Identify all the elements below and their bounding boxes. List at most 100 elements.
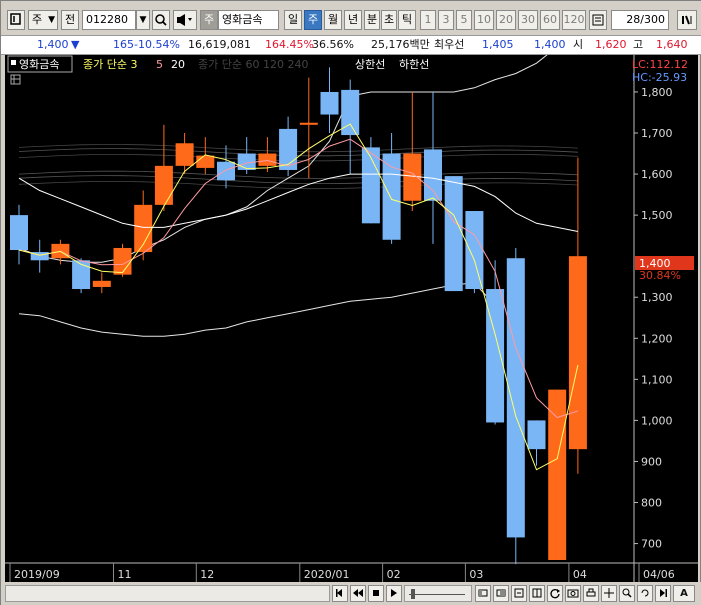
ma-band-line xyxy=(18,175,578,185)
legend-square-icon xyxy=(11,60,16,65)
y-tick-label: 1,200 xyxy=(641,332,673,345)
chart-window: 주 ▼ 전 012280 ▼ 주 영화금속 일 주 월 년 분 초 틱 1 3 5… xyxy=(0,0,701,605)
hc-label: HC:-25.93 xyxy=(632,71,687,84)
interval-120-button[interactable]: 120 xyxy=(562,10,586,30)
stock-badge: 주 xyxy=(200,10,218,30)
fit-icon[interactable] xyxy=(511,585,527,602)
change-percent: -10.54% xyxy=(134,38,180,51)
crosshair-icon[interactable] xyxy=(601,585,617,602)
period-second-button[interactable]: 초 xyxy=(381,10,397,30)
y-tick-label: 1,800 xyxy=(641,86,673,99)
layout-icon[interactable] xyxy=(529,585,545,602)
period-month-button[interactable]: 월 xyxy=(324,10,342,30)
zoom-out-icon[interactable] xyxy=(475,585,491,602)
y-tick-label: 1,500 xyxy=(641,209,673,222)
period-minute-button[interactable]: 분 xyxy=(364,10,380,30)
candle-body xyxy=(175,143,194,166)
legend-title: 영화금속 xyxy=(19,58,59,71)
candle-body xyxy=(217,161,235,181)
prev-button[interactable]: 전 xyxy=(61,10,79,30)
bottom-scrollbar: A xyxy=(1,582,701,605)
candlestick-chart[interactable]: 1,800 1,700 1,600 1,500 1,300 1,200 1,100 1,000… xyxy=(5,55,698,582)
interval-1-button[interactable]: 1 xyxy=(420,10,436,30)
stock-name: 영화금속 xyxy=(218,10,279,30)
period-day-button[interactable]: 일 xyxy=(284,10,302,30)
y-tick-label: 900 xyxy=(641,455,662,468)
legend-ma-faded: 종가 단순 60 120 240 xyxy=(198,58,308,71)
current-price-tag: 1,400 30.84% xyxy=(635,256,694,282)
page-counter: 28/300 xyxy=(611,10,669,30)
lower-limit-line xyxy=(18,282,496,337)
candle-body xyxy=(341,89,360,136)
change-arrow-icon: ▼ xyxy=(71,38,80,51)
x-tick-label: 04 xyxy=(573,568,587,581)
print-icon[interactable] xyxy=(583,585,599,602)
scroll-end-icon[interactable] xyxy=(655,585,671,602)
candle-body xyxy=(382,153,401,240)
price-info-bar: 1,400 ▼ 165 -10.54% 16,619,081 164.45% 3… xyxy=(1,35,701,55)
zoom-slider[interactable] xyxy=(404,585,472,602)
search-icon[interactable] xyxy=(152,10,170,30)
period-year-button[interactable]: 년 xyxy=(344,10,362,30)
play-icon[interactable] xyxy=(386,585,402,602)
current-price: 1,400 xyxy=(37,38,69,51)
x-tick-label: 11 xyxy=(118,568,132,581)
refresh-icon[interactable] xyxy=(547,585,563,602)
y-tick-label: 1,000 xyxy=(641,414,673,427)
stock-code-input[interactable]: 012280 xyxy=(82,10,136,30)
chevron-down-icon: ▼ xyxy=(48,15,55,25)
volume: 16,619,081 xyxy=(188,38,251,51)
interval-10-button[interactable]: 10 xyxy=(474,10,494,30)
volume-ratio: 164.45% xyxy=(265,38,314,51)
candle-body xyxy=(258,153,277,166)
zoom-in-icon[interactable] xyxy=(493,585,509,602)
camera-icon[interactable] xyxy=(565,585,581,602)
legend-ma3: 종가 단순 3 xyxy=(83,58,137,71)
scroll-prev-button[interactable] xyxy=(350,585,366,602)
scroll-track[interactable] xyxy=(5,585,330,602)
lc-label: LC:112.12 xyxy=(632,58,688,71)
best-bid: 1,405 xyxy=(482,38,514,51)
y-tick-label: 1,100 xyxy=(641,373,673,386)
x-tick-label: 03 xyxy=(469,568,483,581)
candle-body xyxy=(424,149,442,201)
interval-3-button[interactable]: 3 xyxy=(438,10,454,30)
interval-60-button[interactable]: 60 xyxy=(540,10,560,30)
y-tick-label: 800 xyxy=(641,497,662,510)
candle-body xyxy=(10,215,28,251)
stock-code-dropdown-icon[interactable]: ▼ xyxy=(136,10,150,30)
chart-type-icon[interactable] xyxy=(7,10,25,30)
magnifier-icon[interactable] xyxy=(619,585,635,602)
interval-dropdown-icon[interactable] xyxy=(589,10,607,30)
candle-body xyxy=(506,258,525,538)
period-week-button[interactable]: 주 xyxy=(304,10,322,30)
x-tick-label: 12 xyxy=(200,568,214,581)
period-tick-button[interactable]: 틱 xyxy=(398,10,416,30)
candle-body xyxy=(527,420,546,450)
high-price: 1,640 xyxy=(656,38,688,51)
candle-body xyxy=(486,289,505,423)
high-label: 고 xyxy=(633,38,644,51)
interval-30-button[interactable]: 30 xyxy=(518,10,538,30)
settings-icon[interactable] xyxy=(677,10,697,30)
x-tick-label: 04/06 xyxy=(643,568,675,581)
font-size-icon[interactable]: A xyxy=(673,585,695,602)
y-tick-label: 1,600 xyxy=(641,168,673,181)
legend-ma5: 5 xyxy=(156,58,163,71)
interval-20-button[interactable]: 20 xyxy=(496,10,516,30)
stop-icon[interactable] xyxy=(368,585,384,602)
market-select[interactable]: 주 ▼ xyxy=(28,10,58,30)
candles xyxy=(10,67,587,565)
y-tick-label: 1,700 xyxy=(641,127,673,140)
y-tick-label: 700 xyxy=(641,538,662,551)
best-bid-label: 최우선 xyxy=(434,38,465,51)
open-price: 1,620 xyxy=(595,38,627,51)
candle-body xyxy=(361,147,380,224)
scroll-first-button[interactable] xyxy=(332,585,348,602)
trading-value: 25,176백만 xyxy=(371,38,430,51)
interval-5-button[interactable]: 5 xyxy=(456,10,472,30)
speaker-icon[interactable] xyxy=(173,10,197,30)
zoom-slider-handle[interactable] xyxy=(411,589,415,599)
candle-body xyxy=(568,256,587,450)
reset-icon[interactable] xyxy=(637,585,653,602)
